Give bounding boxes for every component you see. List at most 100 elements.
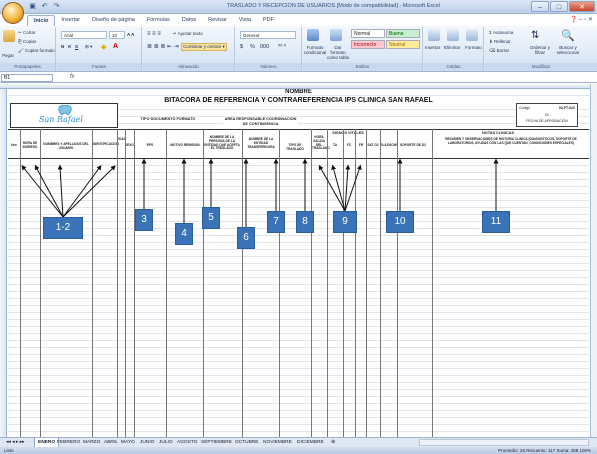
status-ready: Listo [4, 448, 14, 453]
sheet-tab-mayo[interactable]: MAYO [118, 438, 138, 447]
fx-icon[interactable]: fx [70, 74, 75, 80]
sheet-tab-febrero[interactable]: FEBRERO [54, 438, 83, 447]
alignment-label: Alineación [143, 63, 234, 70]
conditional-format-icon[interactable] [307, 29, 319, 41]
decimals-icon[interactable]: ⁰⁰ ⁰ [278, 44, 286, 50]
format-as-table-button[interactable]: Dar formato como tabla [327, 45, 349, 60]
thousands-button[interactable]: 000 [260, 44, 269, 50]
sheet-tab-julio[interactable]: JULIO [156, 438, 176, 447]
sheet-tab-octubre[interactable]: OCTUBRE [232, 438, 261, 447]
insert-cells-icon[interactable] [428, 29, 440, 41]
align-top-icon[interactable]: ≡ ≡ ≡ [147, 31, 161, 37]
styles-label: Estilos [303, 63, 422, 70]
sheet-tab-marzo[interactable]: MARZO [80, 438, 103, 447]
style-normal[interactable]: Normal [351, 29, 385, 38]
editing-group: Σ Autosuma ⬇ Rellenar ⌫ Borrar ⇅ Ordenar… [485, 27, 597, 71]
maximize-button[interactable]: □ [550, 1, 568, 12]
tab-pdf[interactable]: PDF [257, 15, 280, 26]
clear-button[interactable]: ⌫ Borrar [489, 48, 509, 54]
close-button[interactable]: ✕ [569, 1, 595, 12]
sheet-tab-agosto[interactable]: AGOSTO [174, 438, 200, 447]
style-good[interactable]: Buena [386, 29, 420, 38]
number-format-select[interactable]: General [240, 31, 296, 39]
fill-button[interactable]: ⬇ Rellenar [489, 39, 511, 45]
font-label: Fuente [57, 63, 141, 70]
sheet-tabs-bar: ◂◂ ◂ ▸ ▸▸ ENERO FEBRERO MARZO ABRIL MAYO… [0, 437, 597, 448]
cells-group: Insertar Eliminar Formato Celdas [424, 27, 484, 71]
worksheet[interactable]: NOMBRE BITACORA DE REFERENCIA Y CONTRARE… [8, 89, 589, 437]
sheet-nav-arrows-icon[interactable]: ◂◂ ◂ ▸ ▸▸ [3, 438, 27, 447]
cells-label: Celdas [424, 63, 483, 70]
grow-font-icon[interactable]: A A [127, 32, 134, 37]
table-format-icon[interactable] [330, 29, 342, 41]
conditional-format-button[interactable]: Formato condicional [303, 45, 327, 55]
underline-button[interactable]: S [75, 44, 78, 49]
tab-revisar[interactable]: Revisar [202, 15, 233, 26]
font-size-select[interactable]: 10 [109, 31, 125, 39]
tab-vista[interactable]: Vista [233, 15, 257, 26]
ribbon-tabs: Inicio Insertar Diseño de página Fórmula… [27, 15, 280, 26]
find-icon[interactable]: 🔍 [561, 29, 575, 42]
vertical-scrollbar[interactable] [590, 84, 597, 437]
sheet-tab-junio[interactable]: JUNIO [137, 438, 157, 447]
delete-button[interactable]: Eliminar [444, 45, 460, 50]
clipboard-label: Portapapeles [0, 63, 55, 70]
format-button[interactable]: Formato [465, 45, 482, 50]
horizontal-scrollbar[interactable] [419, 439, 589, 446]
sheet-tab-septiembre[interactable]: SEPTIEMBRE [198, 438, 235, 447]
sort-filter-button[interactable]: Ordenar y filtrar [527, 45, 553, 55]
name-box[interactable]: B1 [1, 74, 53, 82]
row-headers[interactable] [0, 89, 7, 437]
tab-inicio[interactable]: Inicio [27, 15, 56, 26]
currency-button[interactable]: $ [240, 44, 243, 50]
annotation-badge-10: 10 [386, 211, 414, 233]
paste-button[interactable]: Pegar [2, 53, 14, 58]
tab-diseno-pagina[interactable]: Diseño de página [86, 15, 141, 26]
insert-button[interactable]: Insertar [425, 45, 440, 50]
font-name-select[interactable]: Arial [61, 31, 107, 39]
annotation-arrows [21, 158, 499, 227]
number-group: General $ % 000 ⁰⁰ ⁰ Número [236, 27, 302, 71]
help-icon[interactable]: ❓ – ▫ ✕ [570, 16, 593, 23]
bold-button[interactable]: N [61, 44, 64, 49]
merge-center-button[interactable]: Combinar y centrar ▾ [181, 43, 227, 51]
formula-bar: B1 fx [0, 73, 597, 83]
sheet-tab-diciembre[interactable]: DICIEMBRE [294, 438, 327, 447]
font-color-icon[interactable]: A [113, 43, 118, 50]
sort-filter-icon[interactable]: ⇅ [531, 30, 539, 41]
paste-icon[interactable] [3, 30, 15, 42]
annotation-badge-6: 6 [237, 227, 255, 249]
editing-label: Modificar [485, 63, 597, 70]
new-sheet-icon[interactable]: ⊕ [328, 438, 338, 447]
copy-button[interactable]: ⎘ Copiar [18, 39, 36, 44]
cut-button[interactable]: ✂ Cortar [18, 30, 36, 36]
style-bad[interactable]: Incorrecto [351, 40, 385, 49]
style-neutral[interactable]: Neutral [386, 40, 420, 49]
wrap-text-button[interactable]: ↵ Ajustar texto [173, 31, 203, 37]
borders-icon[interactable]: ⊞ ▾ [85, 44, 92, 50]
italic-button[interactable]: K [68, 44, 71, 49]
find-select-button[interactable]: Buscar y seleccionar [553, 45, 583, 55]
fill-color-icon[interactable]: ◆ [101, 43, 106, 51]
save-icon[interactable]: ▣ [28, 2, 37, 11]
status-summary: Promedio: 26 Recuento: 117 Suma: 468 100… [498, 448, 591, 453]
tab-datos[interactable]: Datos [176, 15, 202, 26]
tab-insertar[interactable]: Insertar [55, 15, 86, 26]
annotation-badge-11: 11 [482, 211, 510, 233]
percent-button[interactable]: % [250, 44, 255, 50]
delete-cells-icon[interactable] [447, 29, 459, 41]
brush-icon: 🖌 [18, 48, 25, 53]
clipboard-group: Pegar ✂ Cortar ⎘ Copiar 🖌 Copiar formato… [0, 27, 56, 71]
quick-access-toolbar: ▣ ↶ ↷ [28, 2, 61, 12]
tab-formulas[interactable]: Fórmulas [141, 15, 176, 26]
format-painter-button[interactable]: 🖌 Copiar formato [18, 48, 55, 54]
autosum-button[interactable]: Σ Autosuma [489, 30, 513, 35]
format-cells-icon[interactable] [466, 29, 478, 41]
sheet-tab-noviembre[interactable]: NOVIEMBRE [260, 438, 295, 447]
minimize-button[interactable]: – [531, 1, 549, 12]
window-controls: – □ ✕ [531, 1, 595, 12]
undo-icon[interactable]: ↶ [40, 2, 49, 11]
redo-icon[interactable]: ↷ [52, 2, 61, 11]
align-center-icon[interactable]: ≣ ≣ ≣ ⇤ ⇥ [147, 43, 179, 50]
office-button[interactable] [2, 2, 24, 24]
